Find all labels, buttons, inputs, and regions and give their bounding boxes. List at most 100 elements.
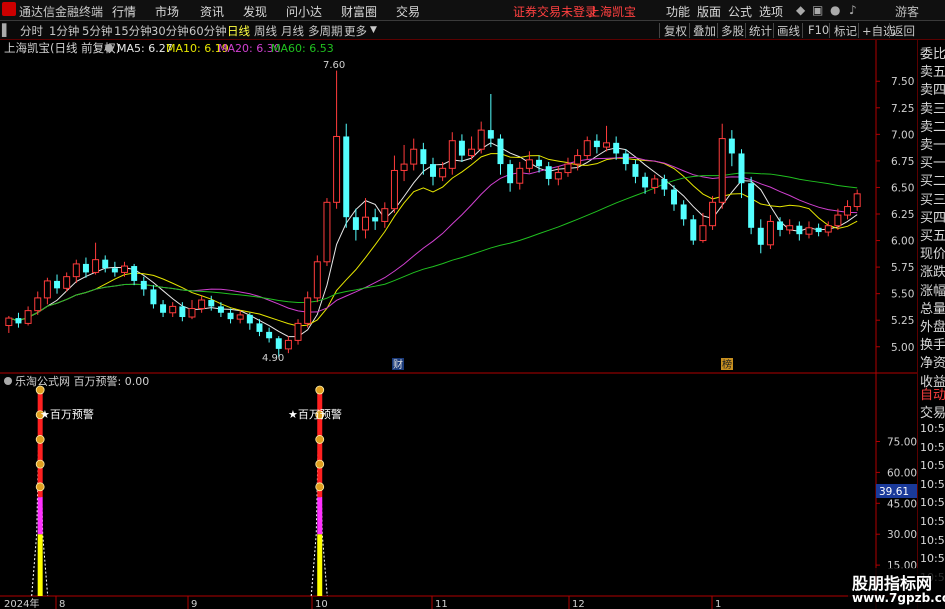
sidebar-toggle-icon[interactable]: ▌	[2, 23, 11, 37]
candle-body	[24, 310, 32, 324]
tab-weekly[interactable]: 周线	[254, 23, 277, 39]
candle-body	[34, 297, 42, 312]
candle-body	[430, 164, 436, 177]
money-bag-icon	[315, 459, 325, 469]
tab-multi-period[interactable]: 多周期	[308, 23, 343, 39]
back-button[interactable]: 返回	[892, 23, 915, 39]
high-price-label: 7.60	[323, 60, 345, 71]
tab-1min[interactable]: 1分钟	[49, 23, 79, 39]
side-item: 委比	[920, 47, 945, 62]
menu-zixun[interactable]: 资讯	[200, 3, 224, 20]
month-label: 8	[59, 599, 65, 609]
candle-body	[92, 259, 100, 273]
indicator-tick-label: 45.00	[887, 498, 917, 510]
tab-daily[interactable]: 日线	[227, 23, 250, 39]
candle-body	[536, 159, 543, 167]
candle-body	[593, 140, 600, 148]
candle-body	[853, 193, 861, 208]
statistics-button[interactable]: 统计	[749, 23, 772, 39]
tab-5min[interactable]: 5分钟	[82, 23, 112, 39]
menu-gongshi[interactable]: 公式	[728, 3, 752, 20]
candle-body	[516, 167, 524, 184]
menu-banmian[interactable]: 版面	[697, 3, 721, 20]
money-bag-icon	[35, 435, 45, 444]
month-label: 1	[715, 599, 721, 609]
candle-body	[400, 163, 408, 171]
month-label: 12	[572, 599, 585, 609]
candle-body	[661, 178, 668, 190]
candle-body	[362, 216, 370, 231]
candle-body	[458, 140, 465, 156]
candle-body	[777, 221, 784, 230]
menu-faxian[interactable]: 发现	[243, 3, 267, 20]
app-name: 通达信金融终端	[19, 5, 104, 19]
side-item: 卖二	[920, 119, 945, 135]
side-item: 现价	[920, 247, 945, 263]
price-tick-label: 6.50	[891, 182, 914, 194]
menu-gongneng[interactable]: 功能	[666, 3, 690, 20]
current-stock-name: 上海凯宝	[588, 5, 637, 19]
tab-30min[interactable]: 30分钟	[151, 23, 189, 39]
main-grid	[876, 80, 880, 348]
user-icon[interactable]: ●	[830, 3, 840, 17]
bell-icon[interactable]: ◆	[796, 3, 805, 17]
signal-bar-magenta	[317, 497, 323, 535]
candle-body	[622, 153, 629, 165]
candle-body	[545, 166, 552, 179]
menu-wenxiaoda[interactable]: 问小达	[286, 3, 322, 20]
candle-body	[613, 142, 620, 154]
tab-monthly[interactable]: 月线	[281, 23, 304, 39]
menu-shichang[interactable]: 市场	[155, 3, 179, 20]
trade-time: 10:53	[920, 422, 945, 435]
menu-jiaoyi[interactable]: 交易	[396, 3, 420, 20]
indicator-settings-icon[interactable]	[4, 377, 12, 385]
trade-login-status[interactable]: 证券交易未登录	[513, 3, 597, 20]
chat-icon[interactable]: ▣	[812, 3, 823, 17]
multi-stock-button[interactable]: 多股	[721, 23, 744, 39]
price-tick-label: 6.25	[891, 209, 914, 221]
side-item: 买三	[920, 192, 945, 208]
f10-button[interactable]: F10	[808, 23, 829, 37]
watermark-url: www.7gpzb.com	[852, 591, 945, 605]
menu-hangqing[interactable]: 行情	[112, 3, 136, 20]
ma5-label: MA5: 6.27	[117, 42, 173, 55]
candle-body	[632, 164, 639, 177]
candle-body	[651, 178, 659, 188]
candle-body	[217, 306, 224, 313]
overlay-button[interactable]: 叠加	[693, 23, 716, 39]
trade-time: 10:54	[920, 477, 945, 491]
trade-time: 10:54	[920, 552, 945, 566]
menu-xuanxiang[interactable]: 选项	[759, 3, 783, 20]
candle-body	[786, 225, 794, 231]
candles	[5, 70, 861, 358]
side-tab[interactable]: 交易	[920, 402, 945, 421]
guest-label[interactable]: 游客	[895, 3, 919, 20]
settings-icon[interactable]	[105, 44, 113, 52]
candle-body	[198, 299, 206, 310]
indicator-tick-label: 75.00	[887, 437, 917, 449]
fuquan-button[interactable]: 复权	[664, 23, 687, 39]
side-item: 卖五	[920, 65, 945, 81]
candle-body	[748, 183, 755, 228]
candle-body	[82, 263, 89, 273]
candle-body	[256, 323, 263, 332]
tab-fenshi[interactable]: 分时	[20, 23, 43, 39]
draw-line-button[interactable]: 画线	[777, 23, 800, 39]
candle-body	[448, 140, 456, 169]
side-item: 换手	[920, 338, 945, 354]
price-tick-label: 5.00	[891, 342, 914, 354]
side-item: 买四	[920, 210, 945, 226]
chevron-down-icon[interactable]: ▼	[370, 25, 377, 35]
candle-body	[728, 138, 735, 154]
tab-15min[interactable]: 15分钟	[114, 23, 152, 39]
kline-chart-area[interactable]: 7.50 7.25 7.00 6.75 6.50 6.25 6.00 5.75 5.50 5.25…	[0, 40, 917, 609]
side-item: 买五	[920, 229, 945, 244]
side-tab[interactable]: 自动	[920, 384, 945, 403]
indicator-tick-label: 60.00	[887, 467, 917, 479]
tab-more[interactable]: 更多	[344, 23, 367, 39]
mark-button[interactable]: 标记	[834, 23, 857, 39]
sound-icon[interactable]: ♪	[849, 3, 857, 17]
menu-caifuquan[interactable]: 财富圈	[341, 3, 377, 20]
tab-60min[interactable]: 60分钟	[189, 23, 227, 39]
ranking-marker-label: 榜	[722, 358, 732, 371]
